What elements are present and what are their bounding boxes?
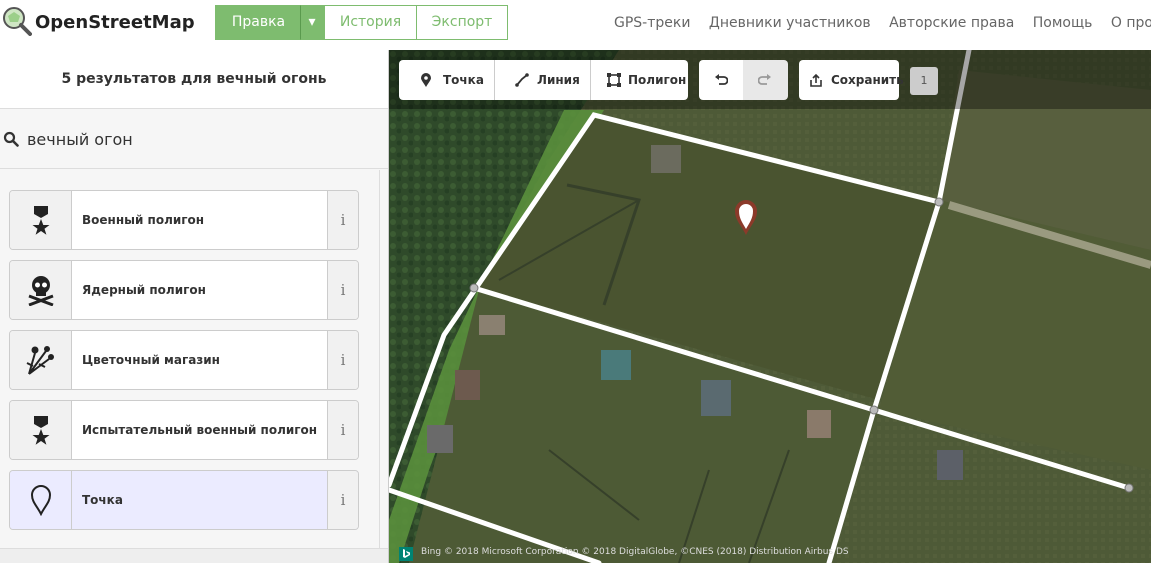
secondary-nav: GPS-треки Дневники участников Авторские …	[614, 15, 1151, 31]
top-navigation: OpenStreetMap Правка ▾ История Экспорт G…	[0, 0, 1151, 50]
redo-button[interactable]	[743, 60, 788, 100]
nav-link-help[interactable]: Помощь	[1033, 15, 1093, 31]
scroll-divider	[379, 170, 380, 563]
edit-dropdown-button[interactable]: ▾	[300, 5, 324, 40]
edit-button[interactable]: Правка	[215, 5, 301, 40]
result-label: Ядерный полигон	[82, 283, 206, 297]
flowers-icon	[26, 346, 54, 375]
sidebar-footer	[0, 548, 388, 563]
search-input[interactable]	[27, 127, 377, 151]
sidebar: 5 результатов для вечный огонь Военный п…	[0, 50, 389, 563]
military-medal-icon	[32, 416, 50, 445]
nav-link-copyright[interactable]: Авторские права	[889, 15, 1014, 31]
result-label: Испытательный военный полигон	[82, 423, 318, 437]
info-button[interactable]: i	[327, 331, 358, 389]
search-row	[0, 109, 388, 169]
satellite-imagery	[389, 50, 1151, 563]
info-button[interactable]: i	[327, 471, 358, 529]
military-medal-icon	[32, 206, 50, 235]
nav-link-gps-traces[interactable]: GPS-треки	[614, 15, 690, 31]
add-area-button[interactable]: Полигон	[591, 60, 688, 100]
map-attribution: Bing © 2018 Microsoft Corporation © 2018…	[389, 544, 1151, 563]
chevron-down-icon: ▾	[308, 14, 316, 30]
map-pin-icon	[421, 73, 431, 87]
list-item[interactable]: Точка i	[9, 470, 359, 530]
skull-crossbones-icon	[28, 276, 54, 306]
line-icon	[515, 73, 529, 87]
edit-count-badge: 1	[910, 67, 938, 95]
list-item[interactable]: Ядерный полигон i	[9, 260, 359, 320]
search-icon	[3, 131, 19, 147]
map-pin-icon	[30, 485, 52, 516]
redo-icon	[758, 74, 771, 85]
nav-link-diaries[interactable]: Дневники участников	[709, 15, 871, 31]
map-canvas[interactable]: Точка Линия Полигон Сохранить 1 Bing © 2…	[389, 50, 1151, 563]
add-line-button[interactable]: Линия	[495, 60, 591, 100]
results-header: 5 результатов для вечный огонь	[0, 50, 388, 109]
export-button[interactable]: Экспорт	[416, 5, 508, 40]
bing-logo-icon[interactable]	[399, 547, 413, 561]
history-button[interactable]: История	[324, 5, 417, 40]
brand-title[interactable]: OpenStreetMap	[35, 12, 195, 33]
info-button[interactable]: i	[327, 261, 358, 319]
nav-link-about[interactable]: О проек	[1111, 15, 1151, 31]
map-pin-icon[interactable]	[733, 198, 759, 236]
upload-icon	[810, 73, 822, 87]
magnifier-map-icon[interactable]	[2, 6, 32, 36]
save-button[interactable]: Сохранить	[799, 60, 904, 100]
info-button[interactable]: i	[327, 401, 358, 459]
list-item[interactable]: Цветочный магазин i	[9, 330, 359, 390]
result-label: Точка	[82, 493, 123, 507]
result-label: Военный полигон	[82, 213, 205, 227]
add-point-button[interactable]: Точка	[399, 60, 495, 100]
attribution-text[interactable]: Bing © 2018 Microsoft Corporation © 2018…	[421, 547, 849, 557]
list-item[interactable]: Военный полигон i	[9, 190, 359, 250]
undo-button[interactable]	[699, 60, 743, 100]
list-item[interactable]: Испытательный военный полигон i	[9, 400, 359, 460]
undo-icon	[715, 74, 728, 85]
result-label: Цветочный магазин	[82, 353, 220, 367]
info-button[interactable]: i	[327, 191, 358, 249]
polygon-icon	[607, 73, 621, 87]
